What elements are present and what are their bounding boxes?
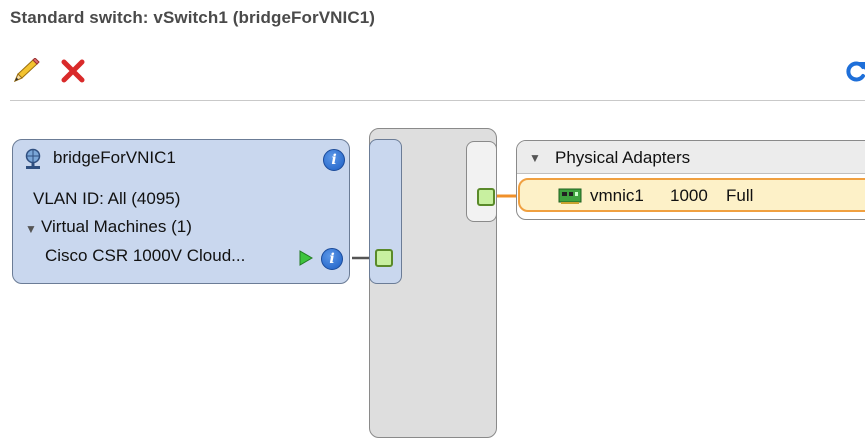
- collapse-triangle-icon[interactable]: ▼: [25, 222, 37, 236]
- uplink-port-icon[interactable]: [477, 188, 495, 206]
- info-icon[interactable]: i: [323, 149, 345, 171]
- adapter-name: vmnic1: [590, 186, 644, 205]
- port-group-name: bridgeForVNIC1: [53, 148, 176, 167]
- collapse-triangle-icon: ▼: [529, 151, 541, 165]
- vlan-id-label: VLAN ID: All (4095): [33, 189, 181, 208]
- vm-name[interactable]: Cisco CSR 1000V Cloud...: [45, 246, 245, 266]
- vm-info-icon[interactable]: i: [321, 248, 343, 270]
- vm-port-icon[interactable]: [375, 249, 393, 267]
- physical-adapters-header: Physical Adapters: [555, 148, 691, 167]
- uplink-port-segment[interactable]: [466, 141, 497, 222]
- physical-adapters-header-bar[interactable]: ▼ Physical Adapters: [517, 141, 865, 174]
- power-on-icon: [299, 250, 313, 271]
- network-icon: [23, 148, 43, 175]
- virtual-machines-header[interactable]: Virtual Machines (1): [41, 217, 192, 237]
- adapter-row[interactable]: vmnic1 1000 Full: [518, 178, 865, 212]
- port-group-box[interactable]: bridgeForVNIC1 i VLAN ID: All (4095) ▼ V…: [12, 139, 350, 284]
- nic-icon: [558, 187, 582, 210]
- adapter-duplex: Full: [726, 186, 754, 205]
- adapter-speed: 1000: [670, 186, 708, 205]
